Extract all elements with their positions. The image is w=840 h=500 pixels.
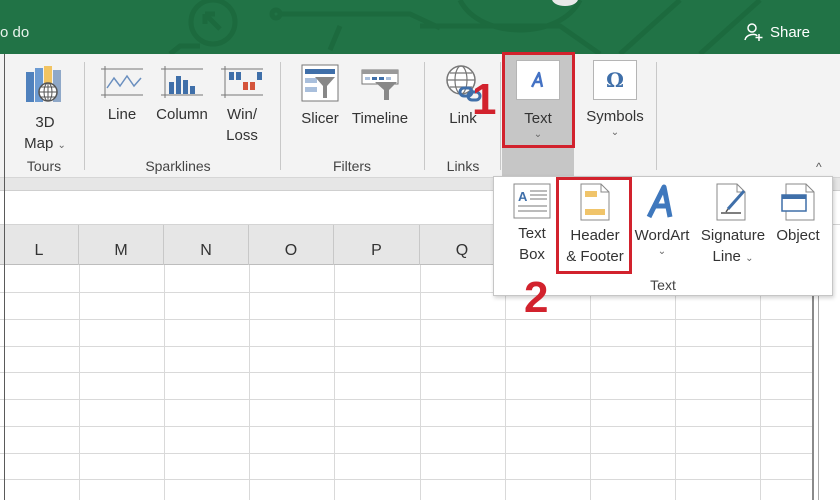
win-loss-sparkline-icon xyxy=(221,66,263,98)
signature-line-button[interactable]: Signature Line ⌄ xyxy=(696,183,770,269)
group-separator xyxy=(656,62,657,170)
signature-line-icon xyxy=(716,183,746,221)
grid-line xyxy=(0,372,812,373)
object-label: Object xyxy=(776,227,820,244)
sparkline-win-loss-button[interactable]: Win/ Loss xyxy=(220,66,264,146)
group-label-filters: Filters xyxy=(332,158,372,174)
column-label: Column xyxy=(156,106,208,123)
signature-line-label-line1: Signature xyxy=(700,227,766,244)
column-header-n[interactable]: N xyxy=(164,225,249,265)
symbols-button[interactable]: Ω Symbols ⌄ xyxy=(580,60,650,139)
group-label-sparklines: Sparklines xyxy=(145,158,211,174)
group-separator xyxy=(84,62,85,170)
sparkline-line-button[interactable]: Line xyxy=(100,66,144,125)
grid-line xyxy=(0,319,812,320)
share-label: Share xyxy=(769,23,810,41)
wordart-button[interactable]: WordArt ⌄ xyxy=(630,183,694,258)
object-button[interactable]: Object xyxy=(770,183,826,246)
svg-text:A: A xyxy=(518,189,528,204)
ribbon-group-sparklines: Line Column Win/ Loss Sparklines xyxy=(86,54,270,178)
group-label-links: Links xyxy=(446,158,480,174)
group-separator xyxy=(424,62,425,170)
column-sparkline-icon xyxy=(161,66,203,98)
tell-me-search[interactable]: o do xyxy=(0,24,29,41)
line-label: Line xyxy=(107,106,137,123)
background-decoration xyxy=(168,0,762,54)
grid-line xyxy=(420,265,421,500)
grid-line xyxy=(675,265,676,500)
grid-line xyxy=(590,265,591,500)
chevron-down-icon: ⌄ xyxy=(610,127,620,138)
share-person-icon xyxy=(744,23,763,41)
grid-line xyxy=(164,265,165,500)
timeline-label: Timeline xyxy=(351,110,409,127)
3d-map-icon xyxy=(26,66,61,102)
step-1-marker: 1 xyxy=(472,75,497,124)
highlight-box-step2 xyxy=(556,177,632,274)
window-edge xyxy=(4,54,5,500)
sparkline-column-button[interactable]: Column xyxy=(150,66,214,125)
text-box-label-line2: Box xyxy=(519,246,545,263)
slicer-icon xyxy=(301,64,339,102)
grid-line xyxy=(334,265,335,500)
grid-line xyxy=(0,346,812,347)
chevron-down-icon: ⌄ xyxy=(657,246,667,257)
grid-line xyxy=(0,399,812,400)
grid-line xyxy=(0,426,812,427)
text-box-icon: A xyxy=(513,183,551,219)
timeline-button[interactable]: Timeline xyxy=(348,64,412,129)
symbols-icon-box: Ω xyxy=(593,60,637,100)
3d-map-button[interactable]: 3D Map ⌄ xyxy=(12,66,78,156)
win-loss-label-line1: Win/ xyxy=(227,106,257,123)
timeline-icon xyxy=(361,69,399,100)
line-sparkline-icon xyxy=(101,66,143,98)
column-header-p[interactable]: P xyxy=(334,225,420,265)
column-header-l[interactable]: L xyxy=(0,225,79,265)
chevron-down-icon: ⌄ xyxy=(57,140,66,151)
grid-line xyxy=(0,453,812,454)
omega-icon: Ω xyxy=(606,67,624,92)
ribbon-insert-tab: 3D Map ⌄ Tours Line Column Win/ Loss Spa… xyxy=(0,54,840,178)
ribbon-group-filters: Slicer Timeline Filters xyxy=(282,54,422,178)
ribbon-group-tours: 3D Map ⌄ Tours xyxy=(6,54,82,178)
object-icon xyxy=(781,183,815,221)
3d-map-label-line1: 3D xyxy=(35,114,55,131)
group-separator xyxy=(280,62,281,170)
3d-map-label-line2: Map xyxy=(24,135,54,152)
grid-line xyxy=(249,265,250,500)
column-header-o[interactable]: O xyxy=(249,225,334,265)
step-2-marker: 2 xyxy=(524,273,549,322)
group-separator xyxy=(500,62,501,170)
title-bar: o do Share xyxy=(0,0,840,54)
spreadsheet-grid[interactable] xyxy=(0,265,812,500)
grid-line xyxy=(0,479,812,480)
group-label-tours: Tours xyxy=(26,158,62,174)
signature-line-label-line2: Line xyxy=(712,248,741,265)
slicer-button[interactable]: Slicer xyxy=(296,64,344,129)
grid-line xyxy=(505,265,506,500)
highlight-box-step1 xyxy=(502,52,575,148)
win-loss-label-line2: Loss xyxy=(226,127,258,144)
text-box-button[interactable]: A Text Box xyxy=(506,183,558,265)
collapse-ribbon-icon[interactable]: ^ xyxy=(816,160,822,174)
share-button[interactable]: Share xyxy=(744,22,810,42)
wordart-label: WordArt xyxy=(634,227,690,244)
wordart-icon xyxy=(646,184,673,219)
text-box-label-line1: Text xyxy=(518,225,546,242)
chevron-down-icon: ⌄ xyxy=(745,253,754,264)
grid-line xyxy=(79,265,80,500)
slicer-label: Slicer xyxy=(301,110,339,127)
grid-line xyxy=(760,265,761,500)
symbols-label: Symbols xyxy=(586,108,644,125)
column-header-m[interactable]: M xyxy=(79,225,164,265)
